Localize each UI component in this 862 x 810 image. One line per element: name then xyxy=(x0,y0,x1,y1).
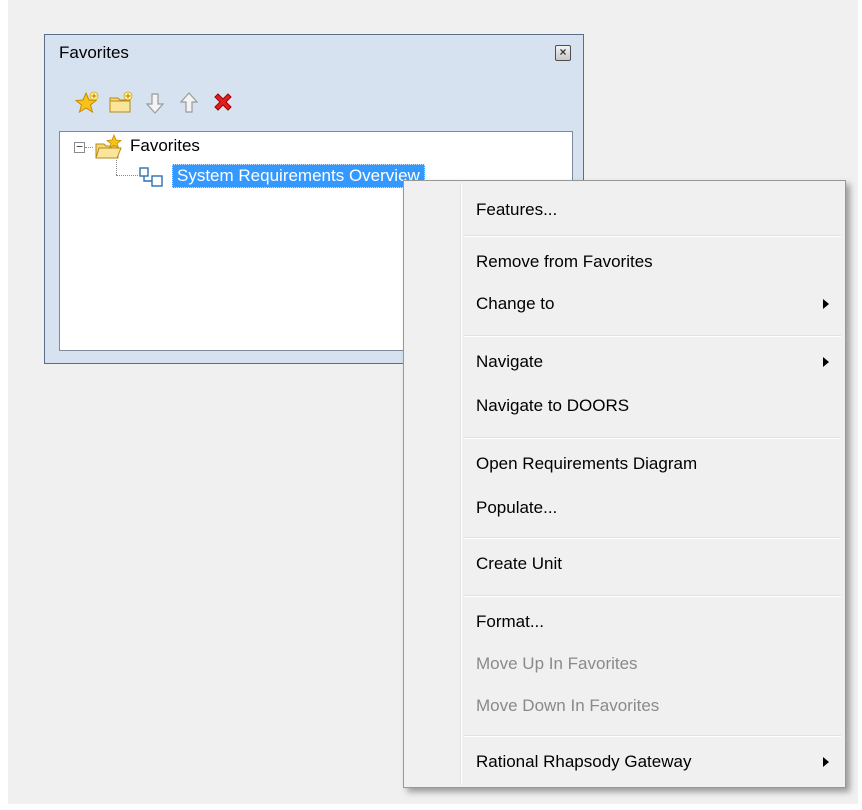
menu-item-label: Create Unit xyxy=(476,554,562,573)
close-icon[interactable]: × xyxy=(555,45,571,61)
menu-separator xyxy=(464,735,841,737)
menu-separator xyxy=(464,235,841,237)
menu-item-label: Move Down In Favorites xyxy=(476,696,660,715)
menu-item-label: Format... xyxy=(476,612,545,631)
tree-connector xyxy=(85,147,93,148)
context-menu: Features... Remove from Favorites Change… xyxy=(403,180,846,788)
menu-item-label: Move Up In Favorites xyxy=(476,654,638,673)
menu-item-remove-from-favorites[interactable]: Remove from Favorites xyxy=(406,245,843,281)
menu-item-label: Navigate xyxy=(476,352,544,371)
tree-connector xyxy=(116,175,138,176)
menu-item-label: Rational Rhapsody Gateway xyxy=(476,752,692,771)
move-down-arrow-icon xyxy=(145,93,165,114)
delete-button[interactable] xyxy=(209,89,237,117)
new-folder-icon xyxy=(109,91,133,113)
menu-item-label: Populate... xyxy=(476,498,558,517)
tree-connector xyxy=(116,160,117,175)
move-up-button[interactable] xyxy=(175,89,203,117)
menu-separator xyxy=(464,537,841,539)
move-down-button[interactable] xyxy=(141,89,169,117)
menu-item-move-down-in-favorites[interactable]: Move Down In Favorites xyxy=(406,689,843,725)
menu-separator xyxy=(464,595,841,597)
new-folder-button[interactable] xyxy=(107,89,135,117)
menu-separator xyxy=(464,335,841,337)
menu-item-navigate-to-doors[interactable]: Navigate to DOORS xyxy=(406,389,843,425)
menu-item-rational-rhapsody-gateway[interactable]: Rational Rhapsody Gateway xyxy=(406,745,843,781)
menu-item-label: Open Requirements Diagram xyxy=(476,454,698,473)
submenu-arrow-icon xyxy=(823,757,829,767)
add-favorite-button[interactable] xyxy=(73,89,101,117)
desktop-background: Favorites × − Favorites System Requireme… xyxy=(8,0,858,804)
menu-item-label: Navigate to DOORS xyxy=(476,396,630,415)
menu-item-open-requirements-diagram[interactable]: Open Requirements Diagram xyxy=(406,447,843,483)
menu-item-navigate[interactable]: Navigate xyxy=(406,345,843,381)
tree-node-system-requirements-overview[interactable]: System Requirements Overview xyxy=(172,164,425,188)
menu-item-move-up-in-favorites[interactable]: Move Up In Favorites xyxy=(406,647,843,683)
menu-item-change-to[interactable]: Change to xyxy=(406,287,843,323)
move-up-arrow-icon xyxy=(179,92,199,113)
menu-item-label: Change to xyxy=(476,294,555,313)
menu-item-create-unit[interactable]: Create Unit xyxy=(406,547,843,583)
open-folder-favorites-icon xyxy=(95,134,123,159)
panel-title: Favorites xyxy=(59,43,129,62)
tree-node-favorites[interactable]: Favorites xyxy=(130,136,200,156)
delete-x-icon xyxy=(214,93,232,111)
menu-item-populate[interactable]: Populate... xyxy=(406,491,843,527)
submenu-arrow-icon xyxy=(823,299,829,309)
requirements-diagram-icon xyxy=(139,167,163,187)
submenu-arrow-icon xyxy=(823,357,829,367)
menu-item-format[interactable]: Format... xyxy=(406,605,843,641)
menu-separator xyxy=(464,437,841,439)
add-favorite-star-icon xyxy=(74,91,99,114)
menu-item-label: Remove from Favorites xyxy=(476,252,653,271)
menu-item-features[interactable]: Features... xyxy=(406,193,843,229)
collapse-toggle[interactable]: − xyxy=(74,141,85,153)
menu-item-label: Features... xyxy=(476,200,558,219)
